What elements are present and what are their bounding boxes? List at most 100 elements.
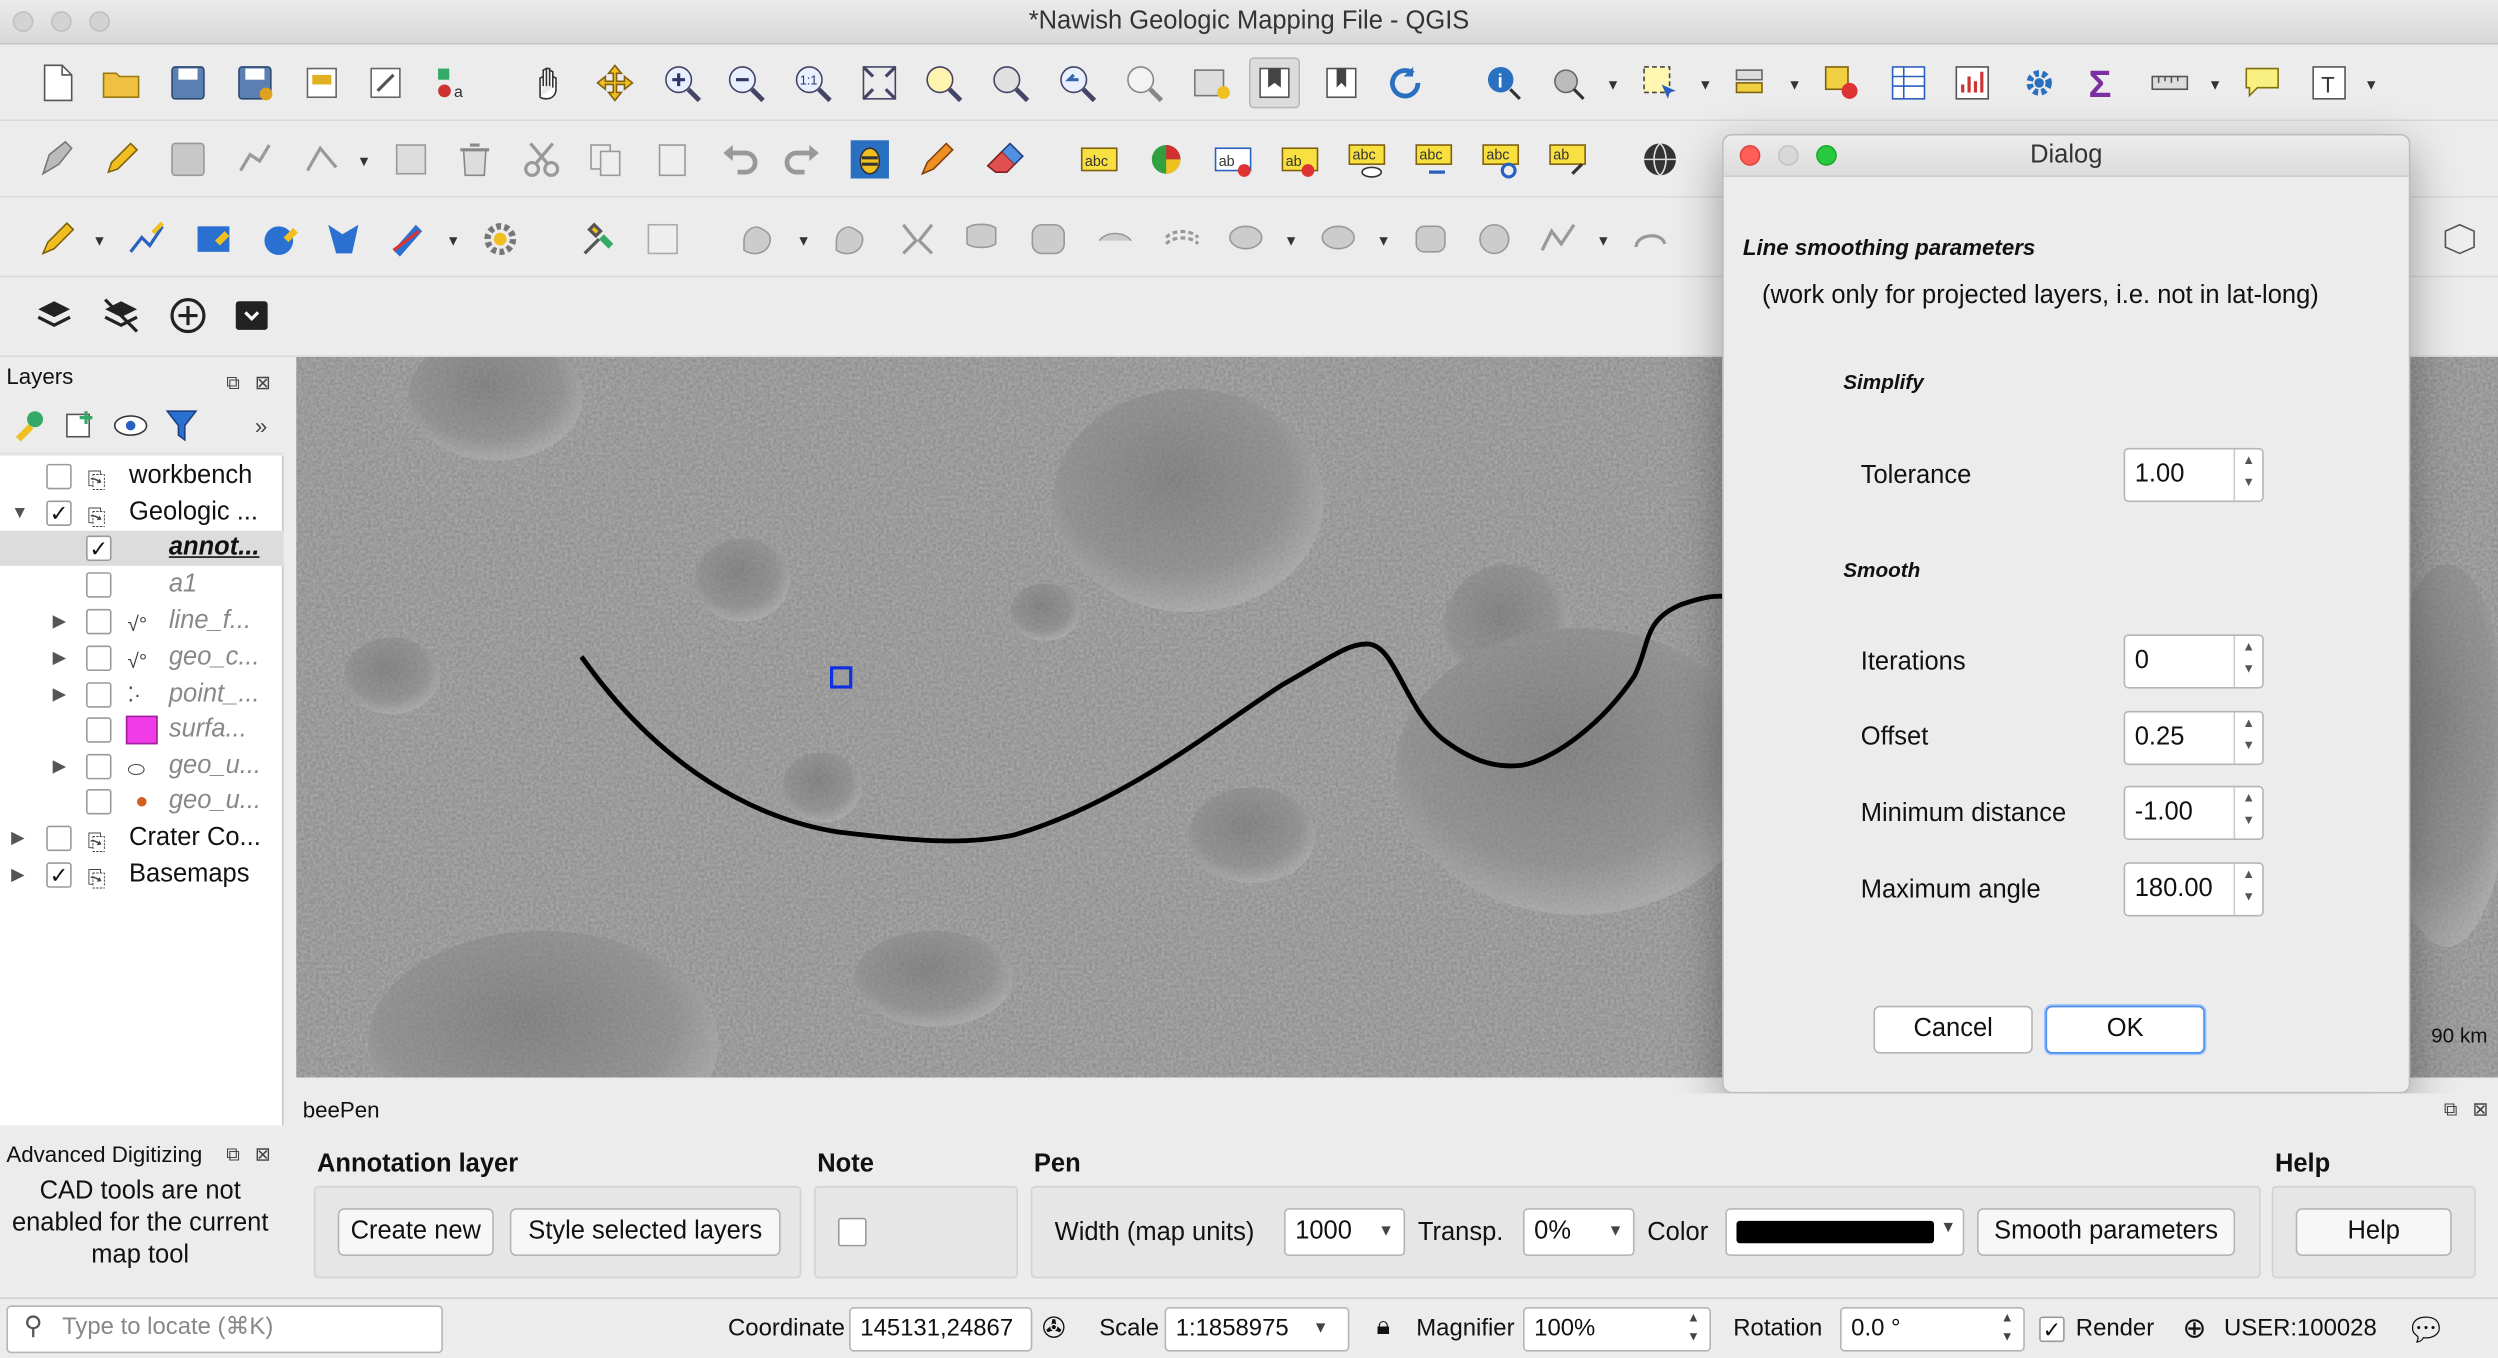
enable-tracing-icon[interactable] bbox=[32, 214, 83, 265]
close-panel-icon[interactable]: ⊠ bbox=[2472, 1098, 2488, 1120]
simplify-icon[interactable] bbox=[1533, 214, 1584, 265]
minimize-window-icon[interactable] bbox=[50, 11, 72, 32]
layer-checkbox[interactable]: ✓ bbox=[46, 862, 72, 888]
zoom-full-icon[interactable] bbox=[854, 57, 905, 108]
toolbox-icon[interactable] bbox=[2014, 57, 2065, 108]
toggle-editing-icon[interactable] bbox=[96, 134, 147, 185]
identify-features-icon[interactable]: i bbox=[1478, 57, 1529, 108]
float-panel-icon[interactable]: ⧉ bbox=[2444, 1098, 2458, 1122]
refresh-icon[interactable] bbox=[1380, 57, 1431, 108]
rotation-spinbox[interactable]: 0.0 ° ▲ ▼ bbox=[1840, 1306, 2025, 1352]
globe-icon[interactable] bbox=[1635, 134, 1686, 185]
redo-icon[interactable] bbox=[777, 134, 828, 185]
move-label-icon[interactable]: abc bbox=[1408, 134, 1459, 185]
copy-features-icon[interactable] bbox=[580, 134, 631, 185]
zoom-last-icon[interactable] bbox=[1051, 57, 1102, 108]
delete-ring-icon[interactable] bbox=[1405, 214, 1456, 265]
expand-arrow-icon[interactable]: ▶ bbox=[53, 677, 66, 712]
zoom-to-selection-icon[interactable] bbox=[918, 57, 969, 108]
add-part-icon[interactable] bbox=[1313, 214, 1364, 265]
action-dropdown-icon[interactable]: ▼ bbox=[1606, 77, 1620, 93]
highlight-pinned-icon[interactable]: ab bbox=[1274, 134, 1325, 185]
layer-checkbox[interactable] bbox=[86, 572, 112, 598]
shape-dropdown-icon[interactable]: ▼ bbox=[446, 233, 460, 249]
coordinate-field[interactable]: 145131,24867 bbox=[849, 1306, 1033, 1352]
select-value-dropdown-icon[interactable]: ▼ bbox=[1787, 77, 1801, 93]
layer-row-annot[interactable]: ✓ annot... bbox=[0, 530, 284, 566]
toggle-panel-icon[interactable] bbox=[637, 214, 688, 265]
rotate-feature-icon[interactable] bbox=[1625, 214, 1676, 265]
layer-row-geo-u-2[interactable]: geo_u... bbox=[0, 784, 284, 819]
close-panel-icon[interactable]: ⊠ bbox=[255, 1143, 271, 1165]
dialog-minimize-icon[interactable] bbox=[1777, 145, 1799, 166]
part-dropdown-icon[interactable]: ▼ bbox=[1376, 233, 1390, 249]
add-circle-icon[interactable] bbox=[162, 290, 213, 341]
zoom-to-layer-icon[interactable] bbox=[985, 57, 1036, 108]
paste-features-icon[interactable] bbox=[647, 134, 698, 185]
layer-row-geologic[interactable]: ▼ ✓ ⎘ Geologic ... bbox=[0, 496, 284, 531]
cancel-button[interactable]: Cancel bbox=[1873, 1005, 2033, 1054]
ring-dropdown-icon[interactable]: ▼ bbox=[1284, 233, 1298, 249]
color-picker-button[interactable]: ▼ bbox=[1725, 1208, 1965, 1256]
expand-arrow-icon[interactable]: ▶ bbox=[53, 604, 66, 639]
ok-button[interactable]: OK bbox=[2045, 1005, 2205, 1054]
tracing-dropdown-icon[interactable]: ▼ bbox=[92, 233, 106, 249]
pan-map-icon[interactable] bbox=[523, 57, 574, 108]
dialog-close-icon[interactable] bbox=[1739, 145, 1761, 166]
close-window-icon[interactable] bbox=[12, 11, 34, 32]
split-features-icon[interactable] bbox=[892, 214, 943, 265]
show-hide-labels-icon[interactable]: abc bbox=[1341, 134, 1392, 185]
scale-combo[interactable]: 1:1858975 ▼ bbox=[1164, 1306, 1350, 1352]
zoom-next-icon[interactable] bbox=[1118, 57, 1169, 108]
eraser-icon[interactable] bbox=[978, 134, 1029, 185]
smooth-parameters-button[interactable]: Smooth parameters bbox=[1977, 1208, 2236, 1256]
magnifier-spinbox[interactable]: 100% ▲ ▼ bbox=[1523, 1306, 1711, 1352]
archive-icon[interactable] bbox=[226, 290, 277, 341]
delete-part-icon[interactable] bbox=[1469, 214, 1520, 265]
open-project-icon[interactable] bbox=[96, 57, 147, 108]
filter-legend-icon[interactable] bbox=[156, 400, 207, 451]
field-calculator-icon[interactable]: Σ bbox=[2077, 57, 2128, 108]
digitize-polygon-icon[interactable] bbox=[319, 214, 370, 265]
processing-tools-icon[interactable] bbox=[574, 214, 625, 265]
digitize-shape-icon[interactable] bbox=[382, 214, 433, 265]
add-ring-icon[interactable] bbox=[1220, 214, 1271, 265]
min-distance-spinbox[interactable]: -1.00 ▲ ▼ bbox=[2123, 785, 2264, 840]
digitize-circle-icon[interactable] bbox=[255, 214, 306, 265]
layer-row-geo-c[interactable]: ▶ √° geo_c... bbox=[0, 641, 284, 676]
open-layer-styling-icon[interactable] bbox=[3, 400, 54, 451]
create-new-button[interactable]: Create new bbox=[337, 1208, 494, 1256]
print-layout-icon[interactable] bbox=[296, 57, 347, 108]
simplify-dropdown-icon[interactable]: ▼ bbox=[1596, 233, 1610, 249]
layer-labeling-icon[interactable]: abc bbox=[1074, 134, 1125, 185]
layer-row-line[interactable]: ▶ √° line_f... bbox=[0, 604, 284, 639]
lock-scale-icon[interactable]: 🔒︎ bbox=[1376, 1313, 1390, 1342]
layer-row-surface[interactable]: surfa... bbox=[0, 712, 284, 747]
annotation-dropdown-icon[interactable]: ▼ bbox=[2364, 77, 2378, 93]
dialog-zoom-icon[interactable] bbox=[1816, 145, 1837, 166]
add-group-icon[interactable] bbox=[54, 400, 105, 451]
expand-arrow-icon[interactable]: ▶ bbox=[11, 821, 24, 856]
layer-checkbox[interactable] bbox=[86, 788, 112, 815]
add-feature-icon[interactable] bbox=[229, 134, 280, 185]
offset-curve-icon[interactable] bbox=[1157, 214, 1208, 265]
zoom-in-icon[interactable] bbox=[656, 57, 707, 108]
layer-checkbox[interactable] bbox=[86, 717, 112, 743]
spin-arrows-icon[interactable]: ▲ ▼ bbox=[2233, 635, 2263, 687]
help-button[interactable]: Help bbox=[2295, 1208, 2452, 1256]
spin-arrows-icon[interactable]: ▲ ▼ bbox=[2233, 863, 2263, 915]
offset-spinbox[interactable]: 0.25 ▲ ▼ bbox=[2123, 710, 2264, 766]
vertex-tool-icon[interactable] bbox=[296, 134, 347, 185]
manage-visibility-icon[interactable] bbox=[105, 400, 156, 451]
map-tips-icon[interactable] bbox=[2237, 57, 2288, 108]
layer-checkbox[interactable] bbox=[46, 463, 72, 490]
layer-checkbox[interactable] bbox=[86, 682, 112, 708]
show-bookmarks-icon[interactable] bbox=[1316, 57, 1367, 108]
run-feature-action-icon[interactable] bbox=[1542, 57, 1593, 108]
reshape-icon[interactable] bbox=[1090, 214, 1141, 265]
toggle-extents-icon[interactable]: ✇ bbox=[1042, 1312, 1066, 1345]
select-features-icon[interactable] bbox=[1635, 57, 1686, 108]
change-label-icon[interactable]: ab bbox=[1542, 134, 1593, 185]
layer-checkbox[interactable] bbox=[86, 753, 112, 780]
iterations-spinbox[interactable]: 0 ▲ ▼ bbox=[2123, 634, 2264, 689]
